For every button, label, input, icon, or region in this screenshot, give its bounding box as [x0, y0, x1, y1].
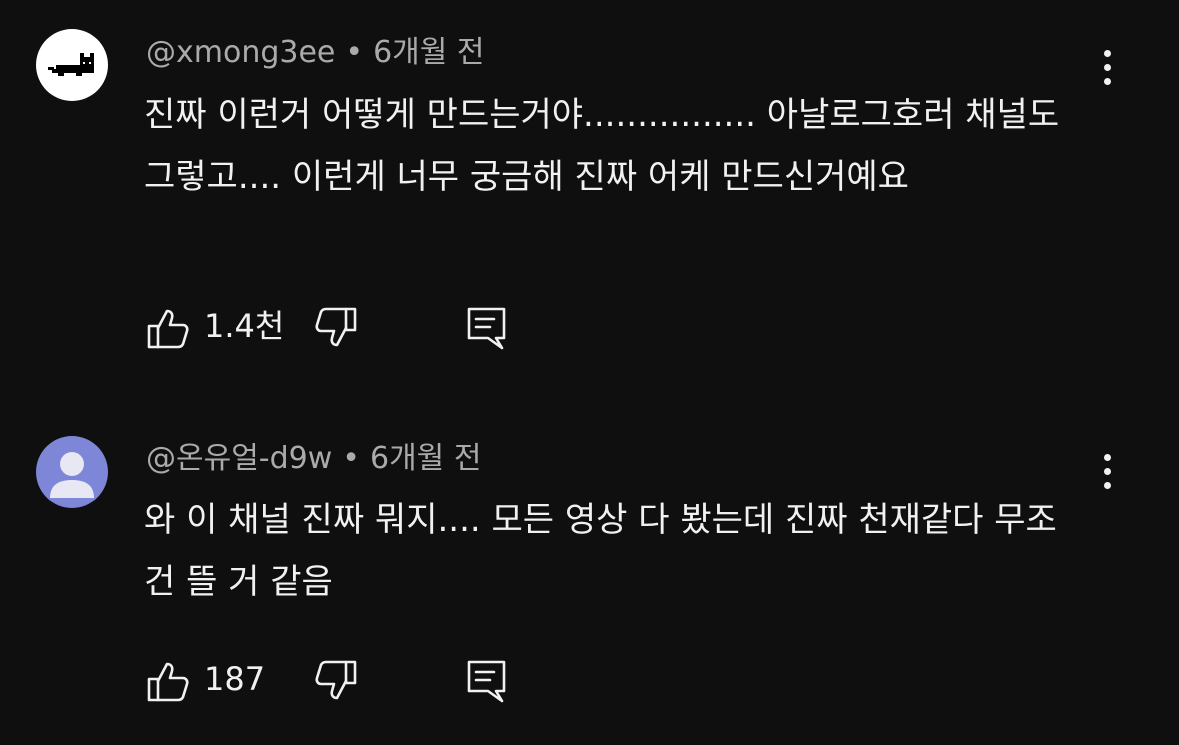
- comment-author[interactable]: @xmong3ee: [146, 35, 335, 70]
- kebab-dot: [1103, 49, 1111, 57]
- comment-actions: 187: [146, 655, 546, 705]
- thumbs-up-icon[interactable]: [146, 306, 190, 350]
- more-vertical-icon[interactable]: [1090, 449, 1124, 493]
- comment-meta: @온유얼-d9w • 6개월 전: [146, 439, 481, 479]
- comment-actions: 1.4천: [146, 302, 546, 352]
- black-cat-avatar-icon: [48, 53, 94, 76]
- comment-meta: @xmong3ee • 6개월 전: [146, 33, 485, 73]
- default-person-avatar-icon: [50, 452, 94, 498]
- meta-separator: •: [342, 441, 360, 476]
- kebab-dot: [1103, 63, 1111, 71]
- thumbs-down-icon[interactable]: [314, 306, 358, 350]
- kebab-dot: [1103, 453, 1111, 461]
- meta-separator: •: [345, 35, 364, 70]
- kebab-dot: [1103, 481, 1111, 489]
- comment-text: 와 이 채널 진짜 뭐지.... 모든 영상 다 봤는데 진짜 천재같다 무조건…: [144, 500, 1057, 602]
- comment-time[interactable]: 6개월 전: [370, 441, 481, 476]
- like-count: 187: [204, 660, 266, 698]
- comment-author[interactable]: @온유얼-d9w: [146, 441, 332, 476]
- reply-comment-icon[interactable]: [466, 306, 508, 350]
- comment-time[interactable]: 6개월 전: [373, 35, 484, 70]
- comment-text: 진짜 이런거 어떻게 만드는거야................ 아날로그호러 …: [144, 95, 1060, 197]
- thumbs-down-icon[interactable]: [314, 659, 358, 703]
- thumbs-up-icon[interactable]: [146, 659, 190, 703]
- avatar[interactable]: [36, 29, 108, 101]
- reply-comment-icon[interactable]: [466, 659, 508, 703]
- more-vertical-icon[interactable]: [1090, 45, 1124, 89]
- kebab-dot: [1103, 77, 1111, 85]
- avatar[interactable]: [36, 436, 108, 508]
- kebab-dot: [1103, 467, 1111, 475]
- like-count: 1.4천: [204, 307, 285, 345]
